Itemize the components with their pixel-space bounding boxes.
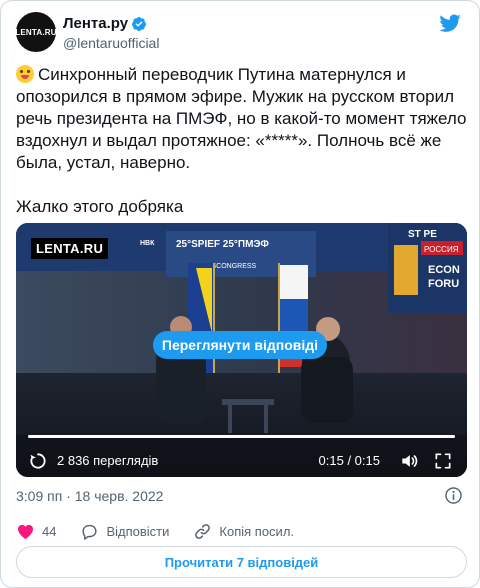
display-name-text[interactable]: Лента.ру <box>63 15 128 32</box>
zany-face-emoji <box>16 65 34 83</box>
read-replies-button[interactable]: Прочитати 7 відповідей <box>16 546 467 578</box>
video-progress-bar[interactable] <box>28 435 455 438</box>
handle[interactable]: @lentaruofficial <box>63 35 159 51</box>
left-banner: НВК <box>140 240 155 247</box>
video-timecode: 0:15 / 0:15 <box>318 453 380 468</box>
like-button[interactable]: 44 <box>16 522 56 541</box>
volume-icon[interactable] <box>399 451 419 471</box>
like-count: 44 <box>42 523 57 539</box>
tweet-text: Синхронный переводчик Путина матернулся … <box>16 64 468 218</box>
link-icon <box>195 523 211 539</box>
video-progress-fill <box>28 435 455 438</box>
lenta-watermark: LENTA.RU <box>31 238 109 259</box>
display-name[interactable]: Лента.ру <box>63 15 147 32</box>
reply-label: Відповісти <box>106 523 170 539</box>
tweet-body: Синхронный переводчик Путина матернулся … <box>16 65 467 216</box>
tweet-header: LENTA.RU Лента.ру @lentaruofficial <box>15 12 464 54</box>
avatar[interactable]: LENTA.RU <box>15 12 57 52</box>
verified-badge-icon <box>132 16 147 31</box>
tweet-timestamp[interactable]: 3:09 пп · 18 черв. 2022 <box>16 488 163 504</box>
meta-separator: · <box>66 488 71 504</box>
twitter-bird-icon[interactable] <box>438 12 462 34</box>
right-banner-forum: FORU <box>428 278 459 290</box>
right-banner-econ: ECON <box>428 264 460 276</box>
copy-link-label: Копія посил. <box>219 523 295 539</box>
view-count: 2 836 переглядів <box>57 453 159 468</box>
reply-bubble-icon <box>82 524 98 540</box>
right-banner-mid: РОССИЯ <box>424 245 459 254</box>
tweet-card: LENTA.RU Лента.ру @lentaruofficial Синхр… <box>0 0 480 588</box>
copy-link-button[interactable]: Копія посил. <box>193 522 294 541</box>
info-icon[interactable] <box>444 486 463 505</box>
reply-button[interactable]: Відповісти <box>80 522 169 541</box>
right-banner-top: ST PE <box>408 229 437 240</box>
tweet-time[interactable]: 3:09 пп <box>16 488 62 504</box>
video-player[interactable]: 25°SPIEF 25°ПМЭФ ROSCONGRESS НВК ST PE Р… <box>16 223 467 477</box>
author-block[interactable]: Лента.ру @lentaruofficial <box>63 15 159 51</box>
view-replies-button[interactable]: Переглянути відповіді <box>153 331 327 359</box>
heart-icon <box>17 524 34 539</box>
fullscreen-icon[interactable] <box>433 451 453 471</box>
event-banner: 25°SPIEF 25°ПМЭФ <box>176 239 269 250</box>
tweet-actions: 44 Відповісти Копія посил. <box>16 520 318 542</box>
tweet-date[interactable]: 18 черв. 2022 <box>75 488 164 504</box>
video-controls: 2 836 переглядів 0:15 / 0:15 <box>16 427 467 477</box>
replay-icon[interactable] <box>28 451 48 471</box>
